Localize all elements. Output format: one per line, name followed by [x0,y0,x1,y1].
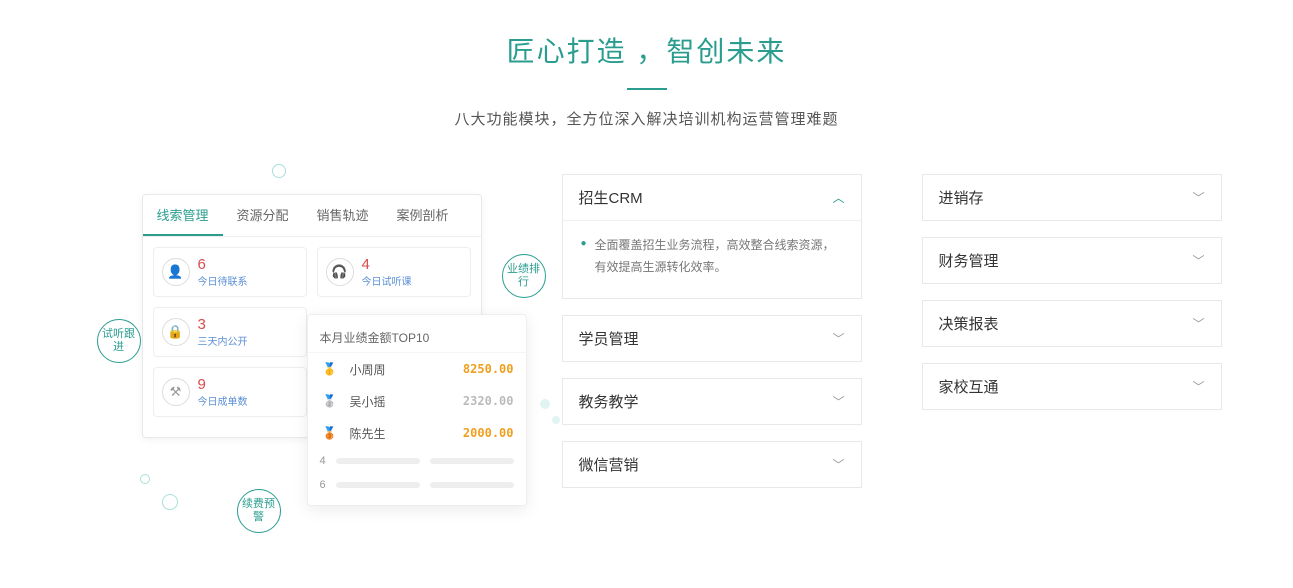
top10-row: 🥉 陈先生 2000.00 [308,417,526,449]
lock-icon: 🔒 [162,318,190,346]
accordion-header[interactable]: 招生CRM ︿ [563,175,861,220]
chevron-down-icon: ﹀ [832,456,844,473]
accordion-item-student: 学员管理 ﹀ [562,315,862,362]
stat-box[interactable]: ⚒ 9 今日成单数 [153,367,307,417]
illustration-panel: 线索管理 资源分配 销售轨迹 案例剖析 👤 6 今日待联系 🎧 4 [72,174,502,554]
decor-dot [162,494,178,510]
accordion-label: 决策报表 [939,313,999,334]
decor-dot [140,474,150,484]
page-title: 匠心打造 ，智创未来 [0,30,1293,70]
top10-value: 2000.00 [463,426,514,440]
stat-number: 6 [198,256,248,273]
top10-name: 吴小摇 [350,393,453,410]
page-header: 匠心打造 ，智创未来 八大功能模块，全方位深入解决培训机构运营管理难题 [0,0,1293,129]
progress-bar [430,458,514,464]
accordion-col-2: 进销存 ﹀ 财务管理 ﹀ 决策报表 ﹀ 家校互通 ﹀ [922,174,1222,554]
accordion-label: 学员管理 [579,328,639,349]
accordion-label: 微信营销 [579,454,639,475]
accordion-item-inventory: 进销存 ﹀ [922,174,1222,221]
chevron-down-icon: ﹀ [832,393,844,410]
tab-sales[interactable]: 销售轨迹 [303,195,383,236]
accordion-item-crm: 招生CRM ︿ ● 全面覆盖招生业务流程，高效整合线索资源，有效提高生源转化效率… [562,174,862,299]
tab-cases[interactable]: 案例剖析 [383,195,463,236]
content-area: 线索管理 资源分配 销售轨迹 案例剖析 👤 6 今日待联系 🎧 4 [0,174,1293,554]
accordion-body-text: 全面覆盖招生业务流程，高效整合线索资源，有效提高生源转化效率。 [595,235,843,278]
progress-bar [336,482,420,488]
tab-bar: 线索管理 资源分配 销售轨迹 案例剖析 [143,195,481,237]
accordion-header[interactable]: 决策报表 ﹀ [923,301,1221,346]
accordion-item-reports: 决策报表 ﹀ [922,300,1222,347]
decor-dot [540,399,550,409]
accordion-label: 财务管理 [939,250,999,271]
accordion-header[interactable]: 教务教学 ﹀ [563,379,861,424]
top10-card: 本月业绩金额TOP10 🥇 小周周 8250.00 🥈 吴小摇 2320.00 … [307,314,527,506]
stat-box[interactable]: 🔒 3 三天内公开 [153,307,307,357]
top10-name: 陈先生 [350,425,453,442]
accordion-item-homeschool: 家校互通 ﹀ [922,363,1222,410]
chevron-down-icon: ﹀ [1192,252,1204,269]
tab-resources[interactable]: 资源分配 [223,195,303,236]
rank-number: 6 [320,479,326,491]
hammer-icon: ⚒ [162,378,190,406]
stat-box[interactable]: 🎧 4 今日试听课 [317,247,471,297]
progress-bar [430,482,514,488]
progress-bar [336,458,420,464]
stat-box[interactable]: 👤 6 今日待联系 [153,247,307,297]
accordion-label: 教务教学 [579,391,639,412]
user-icon: 👤 [162,258,190,286]
stat-number: 3 [198,316,248,333]
chevron-down-icon: ﹀ [1192,189,1204,206]
stat-label: 今日成单数 [198,393,248,408]
chevron-down-icon: ﹀ [1192,378,1204,395]
stat-number: 9 [198,376,248,393]
accordion-label: 招生CRM [579,187,643,208]
accordion-item-wechat: 微信营销 ﹀ [562,441,862,488]
medal-gold-icon: 🥇 [320,359,340,379]
chevron-down-icon: ﹀ [1192,315,1204,332]
page-subtitle: 八大功能模块，全方位深入解决培训机构运营管理难题 [0,108,1293,129]
stat-label: 今日待联系 [198,273,248,288]
tab-leads[interactable]: 线索管理 [143,195,223,236]
accordion-label: 家校互通 [939,376,999,397]
bubble-trial[interactable]: 试听跟进 [97,319,141,363]
accordion-header[interactable]: 财务管理 ﹀ [923,238,1221,283]
accordion-item-teaching: 教务教学 ﹀ [562,378,862,425]
top10-row: 🥈 吴小摇 2320.00 [308,385,526,417]
accordion-header[interactable]: 进销存 ﹀ [923,175,1221,220]
top10-value: 2320.00 [463,394,514,408]
rank-number: 4 [320,455,326,467]
decor-dot [272,164,286,178]
top10-row: 6 [308,473,526,497]
top10-name: 小周周 [350,361,453,378]
accordion-header[interactable]: 学员管理 ﹀ [563,316,861,361]
accordion-label: 进销存 [939,187,984,208]
top10-row: 🥇 小周周 8250.00 [308,353,526,385]
divider [627,88,667,90]
medal-silver-icon: 🥈 [320,391,340,411]
stat-label: 今日试听课 [362,273,412,288]
top10-value: 8250.00 [463,362,514,376]
bubble-ranking[interactable]: 业绩排行 [502,254,546,298]
accordion-header[interactable]: 家校互通 ﹀ [923,364,1221,409]
medal-bronze-icon: 🥉 [320,423,340,443]
bullet-icon: ● [581,235,587,278]
accordion-item-finance: 财务管理 ﹀ [922,237,1222,284]
stat-label: 三天内公开 [198,333,248,348]
accordion-header[interactable]: 微信营销 ﹀ [563,442,861,487]
accordion-col-1: 招生CRM ︿ ● 全面覆盖招生业务流程，高效整合线索资源，有效提高生源转化效率… [562,174,862,554]
headset-icon: 🎧 [326,258,354,286]
top10-row: 4 [308,449,526,473]
top10-title: 本月业绩金额TOP10 [308,323,526,353]
chevron-up-icon: ︿ [832,189,844,206]
accordion-body: ● 全面覆盖招生业务流程，高效整合线索资源，有效提高生源转化效率。 [563,220,861,298]
chevron-down-icon: ﹀ [832,330,844,347]
stat-number: 4 [362,256,412,273]
bubble-renewal[interactable]: 续费预警 [237,489,281,533]
decor-dot [552,416,560,424]
